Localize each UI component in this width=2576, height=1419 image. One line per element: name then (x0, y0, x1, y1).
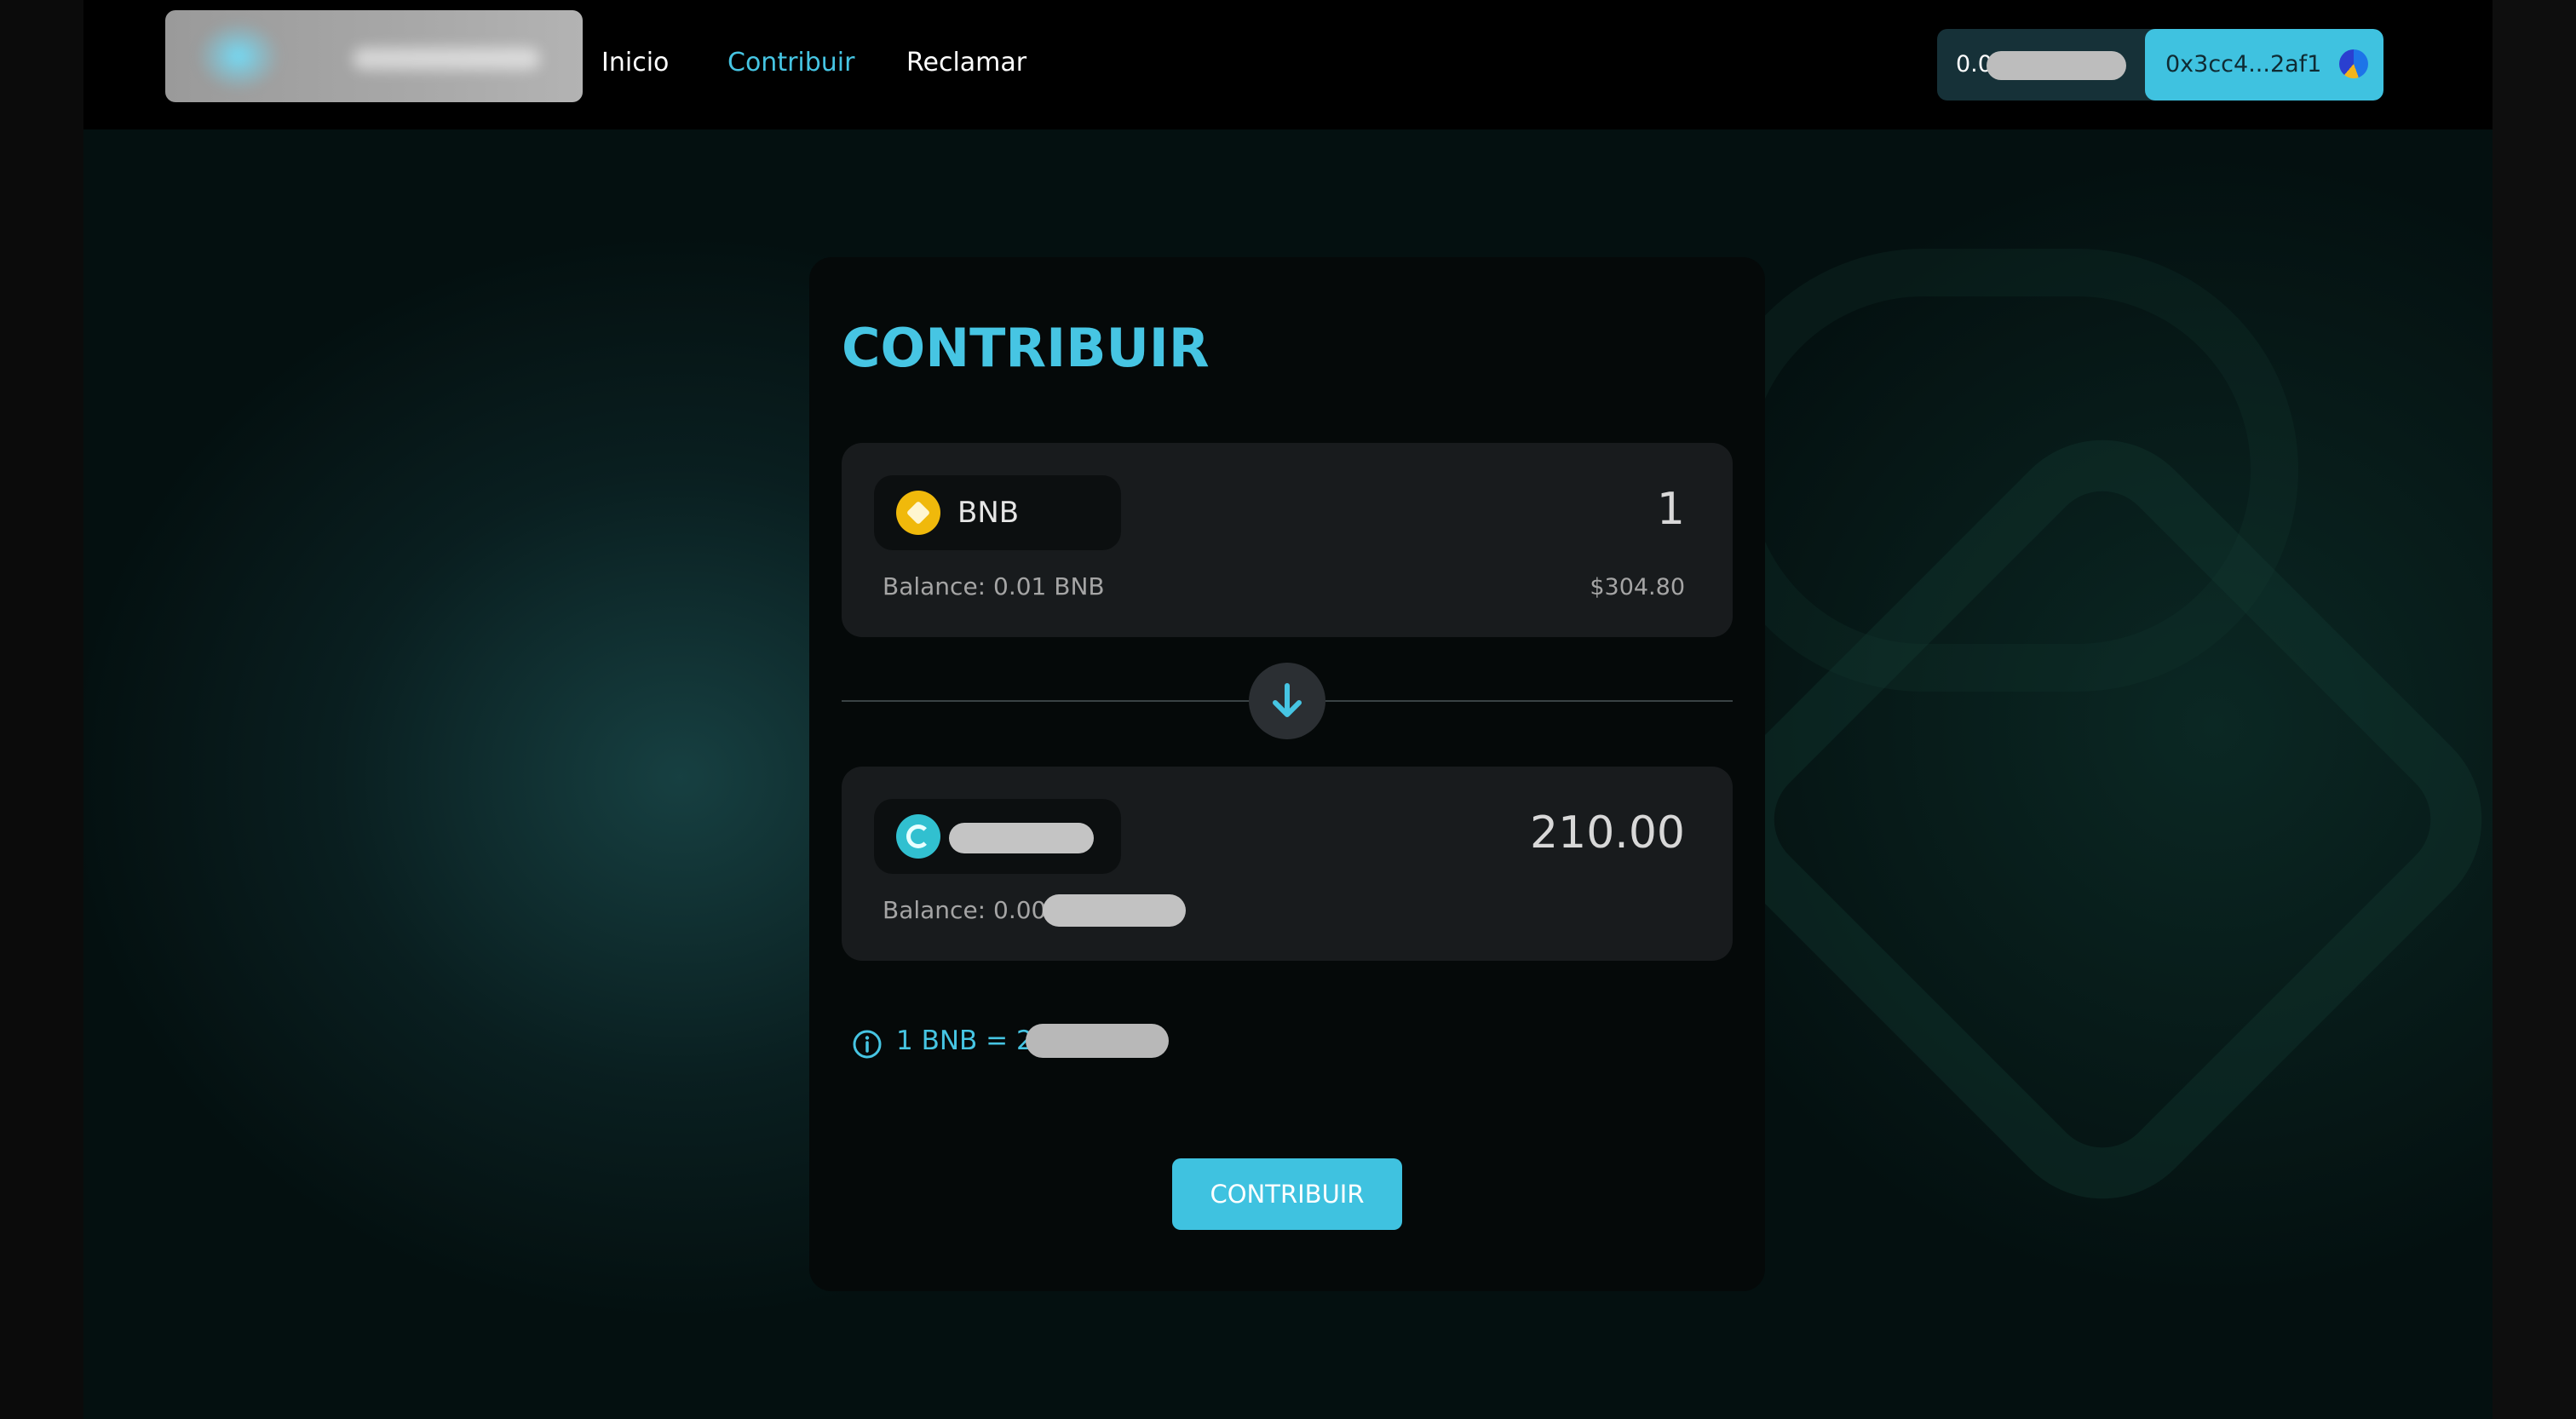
brand-logo[interactable] (165, 10, 583, 102)
nav-link-inicio[interactable]: Inicio (601, 48, 669, 78)
contribute-button[interactable]: CONTRIBUIR (1172, 1158, 1402, 1230)
card-title: CONTRIBUIR (842, 317, 1210, 379)
from-token-selector[interactable]: BNB (874, 475, 1121, 550)
to-token-name-redacted (949, 823, 1094, 853)
to-token-box: 210.00 Balance: 0.00 (842, 767, 1733, 961)
to-balance: Balance: 0.00 (883, 896, 1047, 924)
from-usd-value: $304.80 (1590, 574, 1685, 600)
from-balance: Balance: 0.01 BNB (883, 572, 1105, 600)
wallet-address: 0x3cc4...2af1 (2165, 51, 2322, 78)
token-icon (896, 814, 940, 859)
wallet-address-button[interactable]: 0x3cc4...2af1 (2145, 29, 2383, 101)
contribute-card: CONTRIBUIR BNB 1 Balance: 0.01 BNB $304.… (809, 257, 1765, 1291)
window-edge (2493, 0, 2576, 1419)
logo-text-redacted (353, 48, 540, 70)
top-header: Inicio Contribuir Reclamar 0.0 0x3cc4...… (83, 0, 2493, 129)
info-icon (853, 1030, 882, 1059)
wallet-avatar-icon (2339, 49, 2368, 78)
wallet-balance-redacted (1987, 51, 2126, 80)
exchange-rate-unit-redacted (1026, 1024, 1169, 1058)
to-balance-unit-redacted (1043, 894, 1186, 927)
from-amount-input[interactable]: 1 (1657, 484, 1685, 535)
swap-direction-button[interactable] (1249, 663, 1325, 739)
from-token-box: BNB 1 Balance: 0.01 BNB $304.80 (842, 443, 1733, 637)
from-token-name: BNB (957, 496, 1020, 530)
arrow-down-icon (1273, 683, 1302, 717)
logo-mark-icon (196, 20, 281, 92)
nav-link-reclamar[interactable]: Reclamar (906, 48, 1026, 78)
wallet-widget[interactable]: 0.0 0x3cc4...2af1 (1937, 29, 2383, 101)
bnb-icon (896, 491, 940, 535)
nav-link-contribuir[interactable]: Contribuir (727, 48, 854, 78)
to-token-selector[interactable] (874, 799, 1121, 874)
to-amount-output: 210.00 (1530, 807, 1685, 859)
app-page: Inicio Contribuir Reclamar 0.0 0x3cc4...… (83, 0, 2493, 1419)
